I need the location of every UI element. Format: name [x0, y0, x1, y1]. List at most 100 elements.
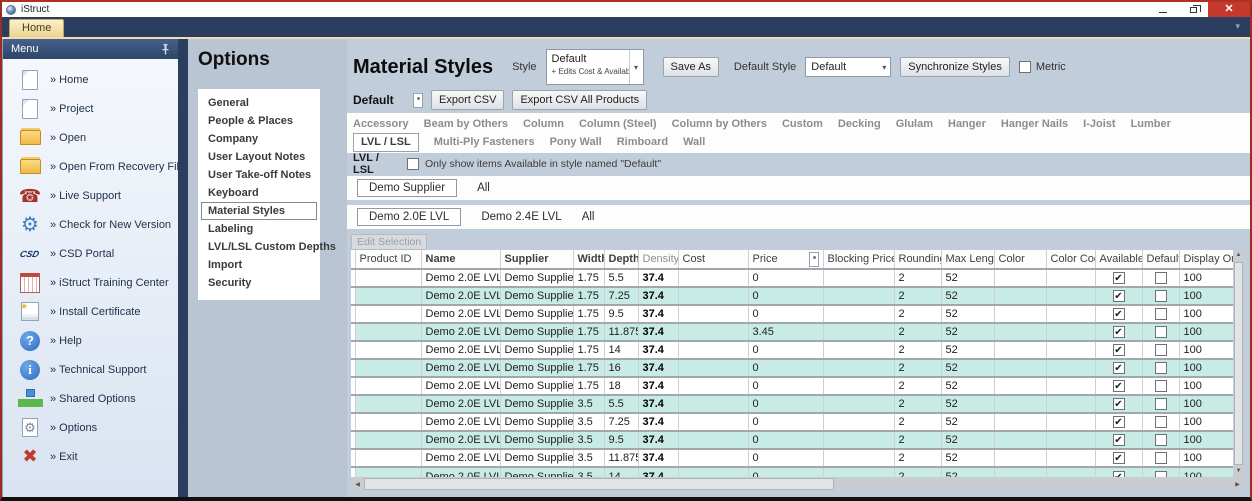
category-tab[interactable]: Column [523, 117, 564, 132]
table-cell[interactable] [994, 305, 1046, 323]
column-header[interactable]: Blocking Price [823, 250, 894, 269]
table-cell[interactable] [1046, 395, 1095, 413]
table-cell[interactable]: 9.5 [604, 431, 638, 449]
table-cell[interactable]: 37.4 [638, 377, 678, 395]
style-note-button[interactable] [413, 93, 423, 108]
options-list-item[interactable]: Security [201, 274, 317, 292]
table-cell[interactable]: 100 [1179, 449, 1233, 467]
table-cell[interactable]: 2 [894, 377, 941, 395]
table-row[interactable]: Demo 2.0E LVL Demo Supplier 3.5 11.875 3… [351, 449, 1233, 467]
category-tab[interactable]: Lumber [1131, 117, 1171, 132]
available-checkbox[interactable] [1113, 434, 1125, 446]
table-row[interactable]: Demo 2.0E LVL Demo Supplier 3.5 5.5 37.4… [351, 395, 1233, 413]
table-cell[interactable]: 52 [941, 287, 994, 305]
table-cell[interactable]: Demo Supplier [500, 287, 573, 305]
table-cell[interactable]: Demo Supplier [500, 269, 573, 287]
options-list-item[interactable]: Import [201, 256, 317, 274]
table-cell[interactable] [994, 413, 1046, 431]
available-checkbox[interactable] [1113, 416, 1125, 428]
table-cell[interactable]: 100 [1179, 377, 1233, 395]
table-cell[interactable] [994, 431, 1046, 449]
table-cell[interactable]: 100 [1179, 269, 1233, 287]
table-cell[interactable]: 0 [748, 305, 823, 323]
table-cell[interactable] [823, 323, 894, 341]
table-cell[interactable]: 3.5 [573, 413, 604, 431]
table-cell[interactable] [1046, 323, 1095, 341]
sidebar-item[interactable]: » Shared Options [3, 384, 178, 413]
table-cell[interactable]: Demo Supplier [500, 413, 573, 431]
table-cell[interactable]: 3.45 [748, 323, 823, 341]
table-cell[interactable]: Demo 2.0E LVL [421, 341, 500, 359]
table-cell[interactable]: 2 [894, 341, 941, 359]
table-cell[interactable]: 2 [894, 413, 941, 431]
synchronize-styles-button[interactable]: Synchronize Styles [900, 57, 1010, 77]
table-cell[interactable] [823, 377, 894, 395]
only-available-checkbox[interactable] [407, 158, 419, 170]
table-cell[interactable] [1046, 341, 1095, 359]
table-cell[interactable]: 100 [1179, 413, 1233, 431]
table-cell[interactable] [1046, 377, 1095, 395]
vertical-scroll-thumb[interactable] [1234, 262, 1243, 465]
table-cell[interactable] [823, 413, 894, 431]
horizontal-scroll-thumb[interactable] [364, 478, 834, 490]
table-cell[interactable]: Demo Supplier [500, 377, 573, 395]
table-cell[interactable]: 0 [748, 431, 823, 449]
options-list-item[interactable]: Keyboard [201, 184, 317, 202]
available-checkbox[interactable] [1113, 452, 1125, 464]
column-header[interactable]: Rounding [894, 250, 941, 269]
table-row[interactable]: Demo 2.0E LVL Demo Supplier 1.75 18 37.4… [351, 377, 1233, 395]
table-cell[interactable]: 2 [894, 467, 941, 477]
column-header[interactable]: Color Code [1046, 250, 1095, 269]
category-tab[interactable]: Hanger [948, 117, 986, 132]
table-cell[interactable]: 3.5 [573, 449, 604, 467]
export-csv-button[interactable]: Export CSV [431, 90, 504, 110]
available-checkbox[interactable] [1113, 308, 1125, 320]
category-tab[interactable]: Custom [782, 117, 823, 132]
table-cell[interactable]: Demo 2.0E LVL [421, 431, 500, 449]
table-cell[interactable]: Demo Supplier [500, 305, 573, 323]
table-cell[interactable]: 37.4 [638, 269, 678, 287]
table-cell[interactable]: 52 [941, 431, 994, 449]
column-header[interactable]: Product ID [355, 250, 421, 269]
table-cell[interactable] [994, 269, 1046, 287]
column-header[interactable]: Supplier [500, 250, 573, 269]
column-header[interactable]: Available [1095, 250, 1142, 269]
table-cell[interactable]: 100 [1179, 305, 1233, 323]
table-cell[interactable]: Demo 2.0E LVL [421, 359, 500, 377]
options-list-item[interactable]: Labeling [201, 220, 317, 238]
table-cell[interactable]: Demo Supplier [500, 395, 573, 413]
table-cell[interactable] [823, 359, 894, 377]
options-list-item[interactable]: LVL/LSL Custom Depths [201, 238, 317, 256]
table-cell[interactable]: 52 [941, 467, 994, 477]
table-cell[interactable]: 100 [1179, 323, 1233, 341]
table-row[interactable]: Demo 2.0E LVL Demo Supplier 3.5 14 37.4 … [351, 467, 1233, 477]
table-cell[interactable]: 52 [941, 395, 994, 413]
table-cell[interactable] [355, 413, 421, 431]
table-cell[interactable] [678, 449, 748, 467]
table-cell[interactable]: 2 [894, 431, 941, 449]
table-cell[interactable] [678, 431, 748, 449]
table-cell[interactable] [678, 467, 748, 477]
category-tab[interactable]: Glulam [896, 117, 933, 132]
table-cell[interactable]: 37.4 [638, 395, 678, 413]
sidebar-item[interactable]: » CSD Portal [3, 239, 178, 268]
table-cell[interactable] [823, 269, 894, 287]
table-row[interactable]: Demo 2.0E LVL Demo Supplier 3.5 7.25 37.… [351, 413, 1233, 431]
table-cell[interactable] [1046, 305, 1095, 323]
table-cell[interactable] [355, 431, 421, 449]
table-cell[interactable] [355, 269, 421, 287]
column-header[interactable]: Density [638, 250, 678, 269]
filter-tab[interactable]: All [582, 211, 595, 223]
ribbon-collapse-arrow[interactable]: ▾ [1235, 21, 1240, 32]
available-checkbox[interactable] [1113, 290, 1125, 302]
default-checkbox[interactable] [1155, 290, 1167, 302]
default-checkbox[interactable] [1155, 380, 1167, 392]
table-cell[interactable] [678, 341, 748, 359]
close-button[interactable]: ✕ [1208, 2, 1250, 17]
table-cell[interactable] [678, 323, 748, 341]
table-cell[interactable]: Demo 2.0E LVL [421, 269, 500, 287]
table-cell[interactable] [994, 377, 1046, 395]
default-checkbox[interactable] [1155, 362, 1167, 374]
default-checkbox[interactable] [1155, 398, 1167, 410]
table-cell[interactable]: 0 [748, 341, 823, 359]
